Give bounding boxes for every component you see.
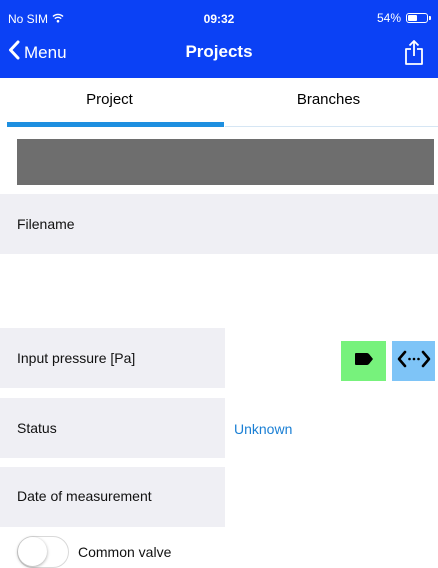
code-arrows-icon xyxy=(397,350,431,373)
battery-fill xyxy=(408,15,417,21)
battery-percent: 54% xyxy=(376,11,401,25)
common-valve-label: Common valve xyxy=(78,544,172,560)
tab-divider xyxy=(225,126,438,127)
status-cell: Status xyxy=(0,398,225,458)
navigation-bar: Menu Projects xyxy=(0,30,438,76)
status-time: 09:32 xyxy=(203,12,235,26)
common-valve-toggle[interactable] xyxy=(17,536,69,568)
status-bar: No SIM 09:32 54% xyxy=(0,0,438,30)
battery-icon xyxy=(406,13,431,23)
filename-row[interactable]: Filename xyxy=(0,194,438,254)
date-of-measurement-label: Date of measurement xyxy=(17,488,152,504)
status-value: Unknown xyxy=(234,421,293,437)
top-bar: No SIM 09:32 54% Menu Projects xyxy=(0,0,438,78)
input-pressure-label: Input pressure [Pa] xyxy=(17,350,136,366)
tab-project[interactable]: Project xyxy=(0,78,219,122)
status-label: Status xyxy=(17,420,57,436)
input-pressure-cell[interactable]: Input pressure [Pa] xyxy=(0,328,225,388)
projects-screen: No SIM 09:32 54% Menu Projects Project B… xyxy=(0,0,438,568)
tag-icon xyxy=(354,352,374,371)
status-bar-right: 54% xyxy=(376,11,431,25)
toggle-knob xyxy=(18,537,47,566)
tag-button[interactable] xyxy=(341,341,386,381)
tab-branches[interactable]: Branches xyxy=(219,78,438,122)
tab-bar: Project Branches xyxy=(0,78,438,128)
filename-label: Filename xyxy=(17,216,75,232)
date-of-measurement-cell[interactable]: Date of measurement xyxy=(0,467,225,527)
share-icon[interactable] xyxy=(404,39,424,71)
page-title: Projects xyxy=(185,42,253,61)
section-header-bar xyxy=(17,139,434,185)
tab-selection-indicator xyxy=(7,122,224,127)
connect-button[interactable] xyxy=(392,341,435,381)
